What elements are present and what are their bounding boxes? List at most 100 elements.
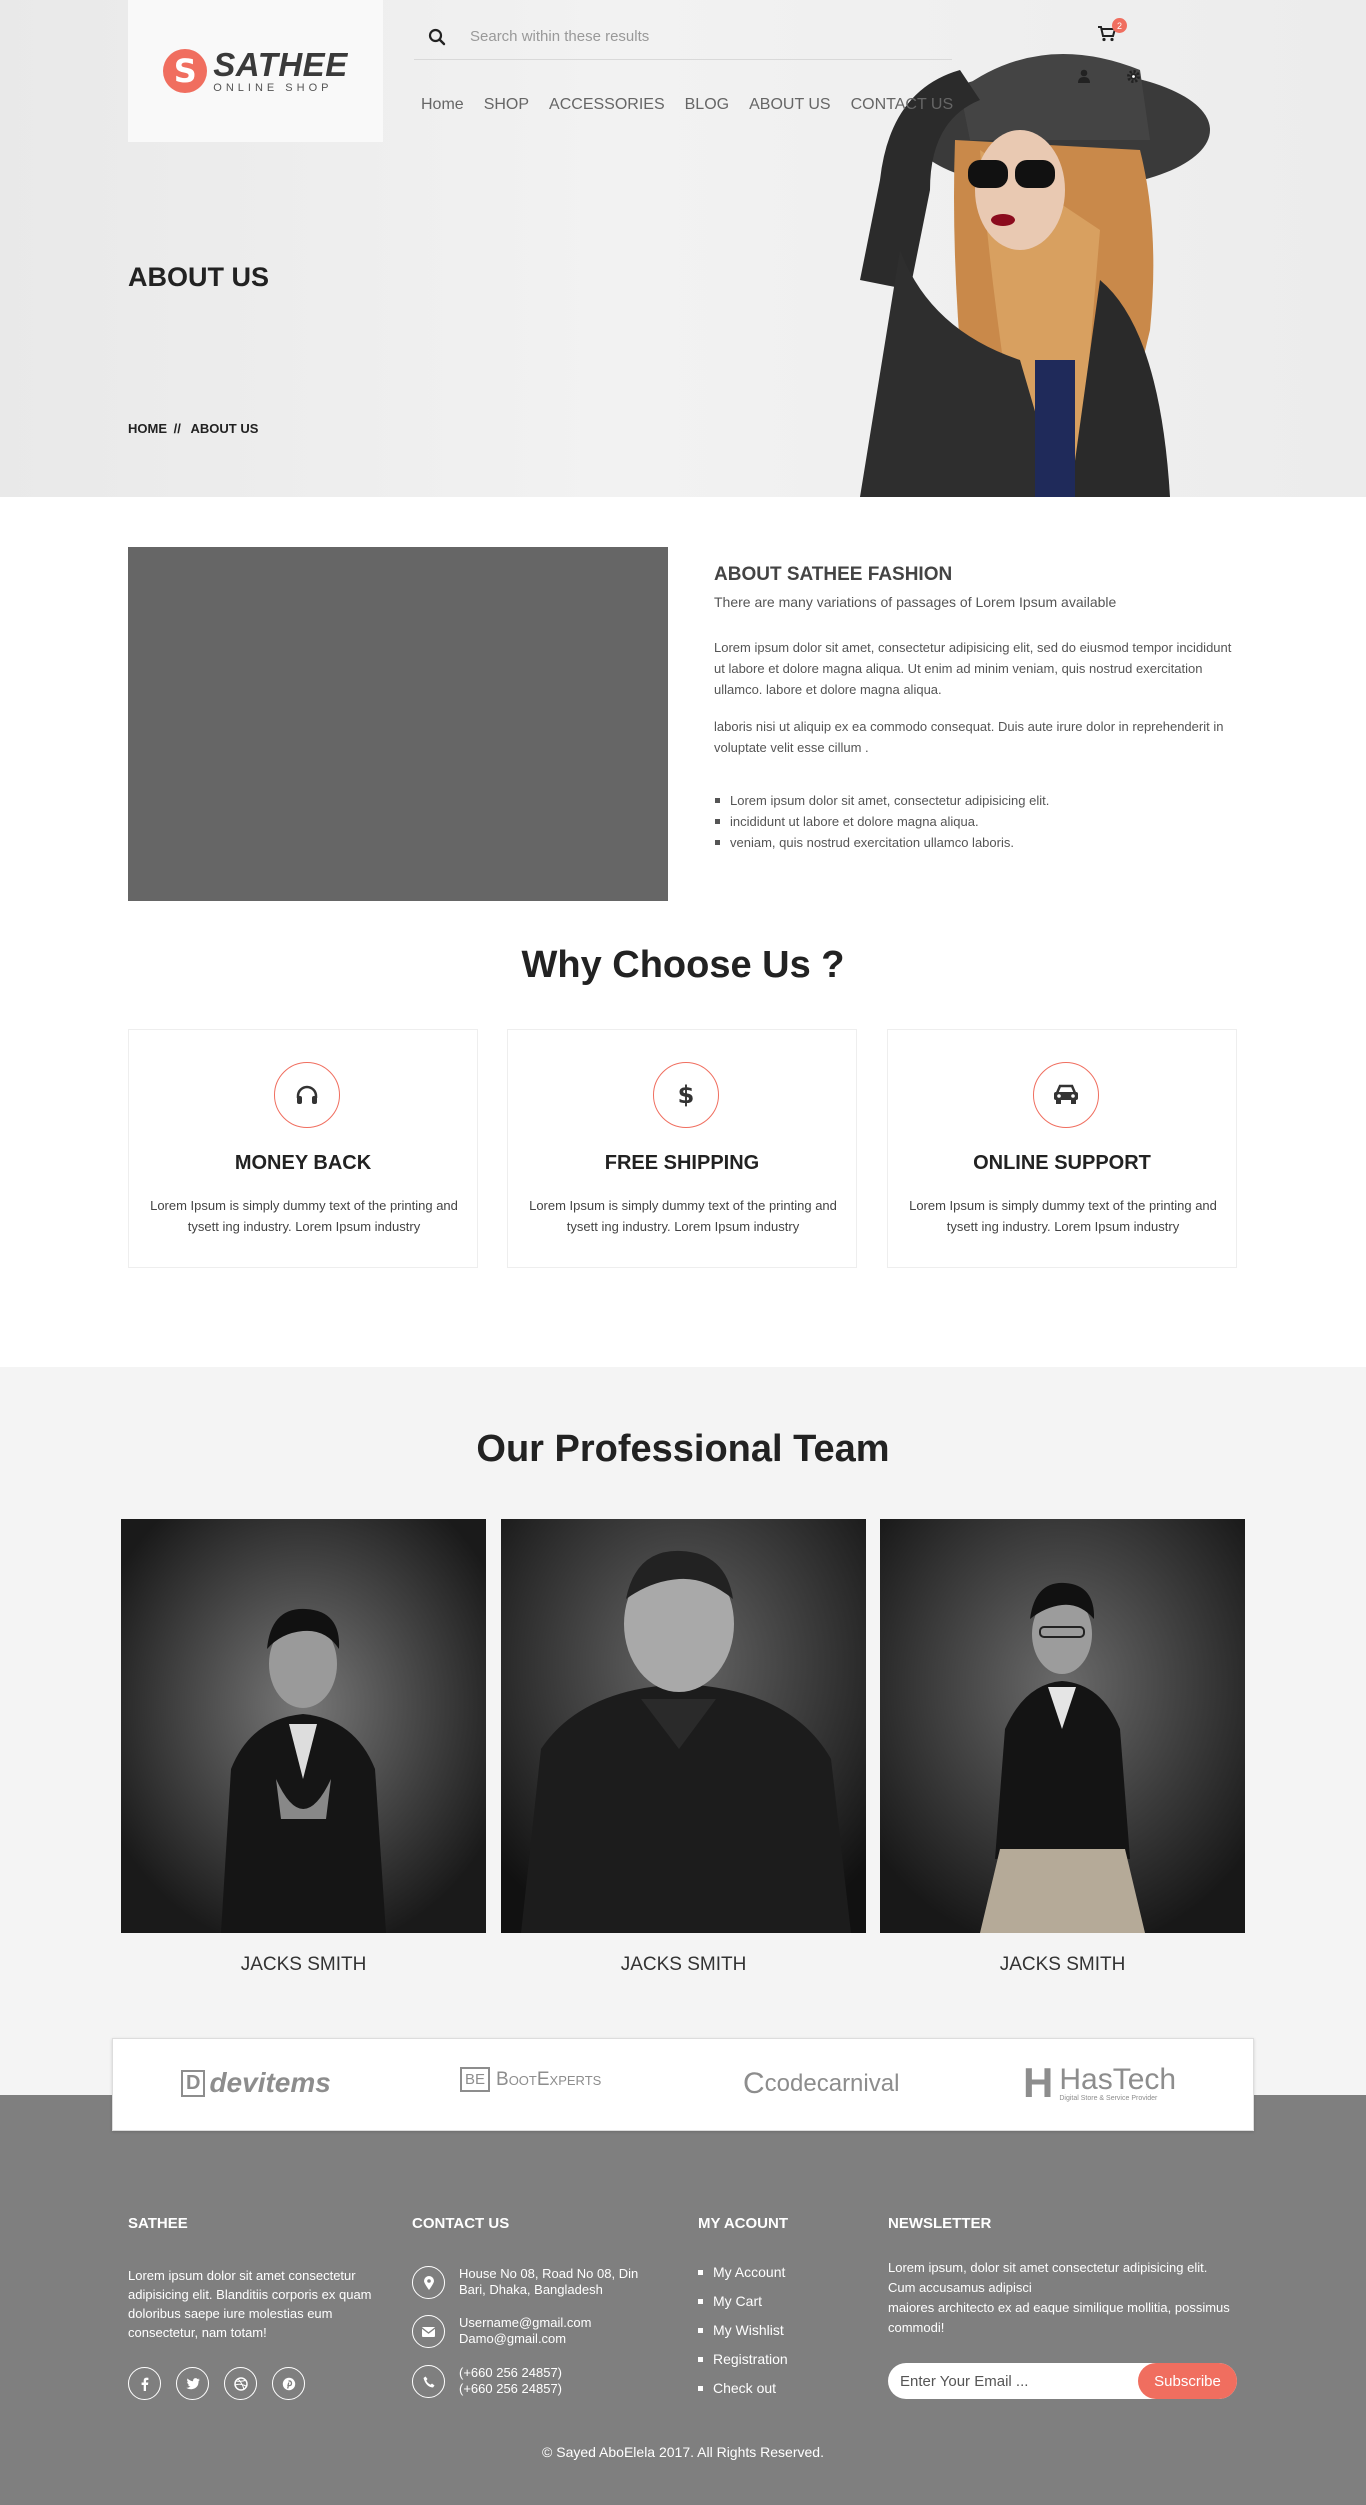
team-member-card: JACKS SMITH	[880, 1519, 1245, 1976]
envelope-icon	[412, 2315, 445, 2348]
bootexperts-logo-icon: BE	[460, 2067, 491, 2092]
brand-logo-codecarnival[interactable]: C codecarnival	[743, 2067, 899, 2101]
footer-heading-contact: CONTACT US	[412, 2215, 510, 2232]
list-item: veniam, quis nostrud exercitation ullamc…	[714, 832, 1049, 853]
team-member-card: JACKS SMITH	[121, 1519, 486, 1976]
headphones-icon	[296, 1085, 318, 1104]
subscribe-button[interactable]: Subscribe	[1138, 2363, 1237, 2399]
nav-about-us[interactable]: ABOUT US	[749, 96, 831, 114]
footer-link-my-cart[interactable]: My Cart	[698, 2287, 788, 2316]
about-bullet-list: Lorem ipsum dolor sit amet, consectetur …	[714, 790, 1049, 853]
gear-icon[interactable]	[1126, 69, 1141, 84]
nav-blog[interactable]: BLOG	[685, 96, 729, 114]
address-line-1: House No 08, Road No 08, Din	[459, 2266, 639, 2281]
footer-link-my-wishlist[interactable]: My Wishlist	[698, 2316, 788, 2345]
email-1[interactable]: Username@gmail.com	[459, 2315, 591, 2331]
team-heading: Our Professional Team	[476, 1428, 890, 1470]
contact-phone: (+660 256 24857) (+660 256 24857)	[412, 2365, 562, 2398]
pinterest-icon	[282, 2377, 295, 2390]
dribbble-button[interactable]	[224, 2367, 257, 2400]
twitter-button[interactable]	[176, 2367, 209, 2400]
newsletter-text: Lorem ipsum, dolor sit amet consectetur …	[888, 2258, 1238, 2338]
footer-link-check-out[interactable]: Check out	[698, 2374, 788, 2403]
brand-logo-bootexperts[interactable]: BE BootExperts	[460, 2067, 601, 2092]
brand-name: BootExperts	[496, 2068, 602, 2090]
feature-card-online-support: ONLINE SUPPORT Lorem Ipsum is simply dum…	[887, 1029, 1237, 1268]
map-pin-icon	[412, 2266, 445, 2299]
newsletter-form: Subscribe	[888, 2363, 1237, 2399]
email-2[interactable]: Damo@gmail.com	[459, 2331, 591, 2347]
codecarnival-logo-icon: C	[743, 2067, 765, 2100]
nav-contact-us[interactable]: CONTACT US	[851, 96, 954, 114]
footer-link-registration[interactable]: Registration	[698, 2345, 788, 2374]
team-member-photo	[880, 1519, 1245, 1933]
footer-heading-sathee: SATHEE	[128, 2215, 188, 2232]
team-member-name: JACKS SMITH	[999, 1954, 1126, 1975]
account-links: My Account My Cart My Wishlist Registrat…	[698, 2258, 788, 2403]
brand-name: codecarnival	[764, 2070, 900, 2097]
feature-text: Lorem Ipsum is simply dummy text of the …	[529, 1198, 837, 1234]
facebook-icon	[141, 2377, 148, 2391]
logo-s-icon: S	[163, 49, 208, 93]
site-header: S SATHEE ONLINE SHOP Home SHOP ACCESSORI…	[0, 0, 1366, 142]
logo-tagline: ONLINE SHOP	[213, 82, 333, 94]
cart-count-badge: 2	[1112, 18, 1127, 33]
social-links	[128, 2367, 305, 2400]
brand-name: HasTech	[1059, 2062, 1177, 2096]
search-icon[interactable]	[428, 28, 446, 46]
copyright-text: © Sayed AboElela 2017. All Rights Reserv…	[542, 2444, 824, 2460]
feature-icon-circle: $	[653, 1062, 719, 1128]
footer-heading-account: MY ACOUNT	[698, 2215, 788, 2232]
search-input[interactable]	[470, 28, 910, 45]
dollar-icon: $	[678, 1081, 694, 1109]
logo-container[interactable]: S SATHEE ONLINE SHOP	[128, 0, 383, 142]
feature-icon-circle	[1033, 1062, 1099, 1128]
logo-name: SATHEE	[213, 46, 348, 83]
list-item: incididunt ut labore et dolore magna ali…	[714, 811, 1049, 832]
phone-icon	[412, 2365, 445, 2398]
pinterest-button[interactable]	[272, 2367, 305, 2400]
newsletter-email-input[interactable]	[900, 2363, 1120, 2399]
newsletter-text-line: Lorem ipsum, dolor sit amet consectetur …	[888, 2260, 1208, 2275]
footer-link-my-account[interactable]: My Account	[698, 2258, 788, 2287]
feature-title: FREE SHIPPING	[604, 1152, 760, 1174]
contact-address: House No 08, Road No 08, Din Bari, Dhaka…	[412, 2266, 638, 2299]
brand-logo-hastech[interactable]: H HasTech Digital Store & Service Provid…	[1023, 2059, 1176, 2107]
feature-text: Lorem Ipsum is simply dummy text of the …	[150, 1198, 458, 1234]
address-line-2: Bari, Dhaka, Bangladesh	[459, 2282, 603, 2297]
main-nav: Home SHOP ACCESSORIES BLOG ABOUT US CONT…	[421, 96, 953, 114]
about-paragraph-1: Lorem ipsum dolor sit amet, consectetur …	[714, 640, 1232, 697]
breadcrumb-current: ABOUT US	[190, 421, 259, 436]
user-icon[interactable]	[1077, 69, 1091, 83]
breadcrumb: HOME // ABOUT US	[128, 421, 261, 436]
brand-logo-devitems[interactable]: D devitems	[181, 2067, 331, 2099]
newsletter-text-line: maiores architecto ex ad eaque similique…	[888, 2300, 1230, 2335]
contact-email: Username@gmail.com Damo@gmail.com	[412, 2315, 591, 2348]
team-member-photo	[121, 1519, 486, 1933]
nav-shop[interactable]: SHOP	[484, 96, 529, 114]
feature-card-free-shipping: $ FREE SHIPPING Lorem Ipsum is simply du…	[507, 1029, 857, 1268]
cart-button[interactable]: 2	[1098, 18, 1127, 47]
nav-accessories[interactable]: ACCESSORIES	[549, 96, 665, 114]
feature-card-money-back: MONEY BACK Lorem Ipsum is simply dummy t…	[128, 1029, 478, 1268]
feature-title: ONLINE SUPPORT	[973, 1152, 1151, 1174]
nav-home[interactable]: Home	[421, 96, 464, 114]
breadcrumb-home-link[interactable]: HOME	[128, 421, 167, 436]
site-logo[interactable]: S SATHEE ONLINE SHOP	[163, 48, 347, 94]
brand-name: devitems	[209, 2067, 331, 2098]
footer-about-text: Lorem ipsum dolor sit amet consectetur a…	[128, 2268, 372, 2340]
about-heading: ABOUT SATHEE FASHION	[714, 564, 953, 585]
phone-2[interactable]: (+660 256 24857)	[459, 2381, 562, 2397]
about-image-placeholder	[128, 547, 668, 901]
team-member-card: JACKS SMITH	[501, 1519, 866, 1976]
newsletter-text-line: Cum accusamus adipisci	[888, 2280, 1032, 2295]
breadcrumb-separator: //	[173, 421, 181, 436]
brand-tagline: Digital Store & Service Provider	[1059, 2094, 1158, 2102]
team-member-name: JACKS SMITH	[620, 1954, 747, 1975]
hastech-logo-icon: H	[1023, 2059, 1054, 2106]
car-icon	[1054, 1084, 1078, 1104]
facebook-button[interactable]	[128, 2367, 161, 2400]
phone-1[interactable]: (+660 256 24857)	[459, 2365, 562, 2381]
feature-icon-circle	[274, 1062, 340, 1128]
devitems-logo-icon: D	[181, 2069, 206, 2097]
